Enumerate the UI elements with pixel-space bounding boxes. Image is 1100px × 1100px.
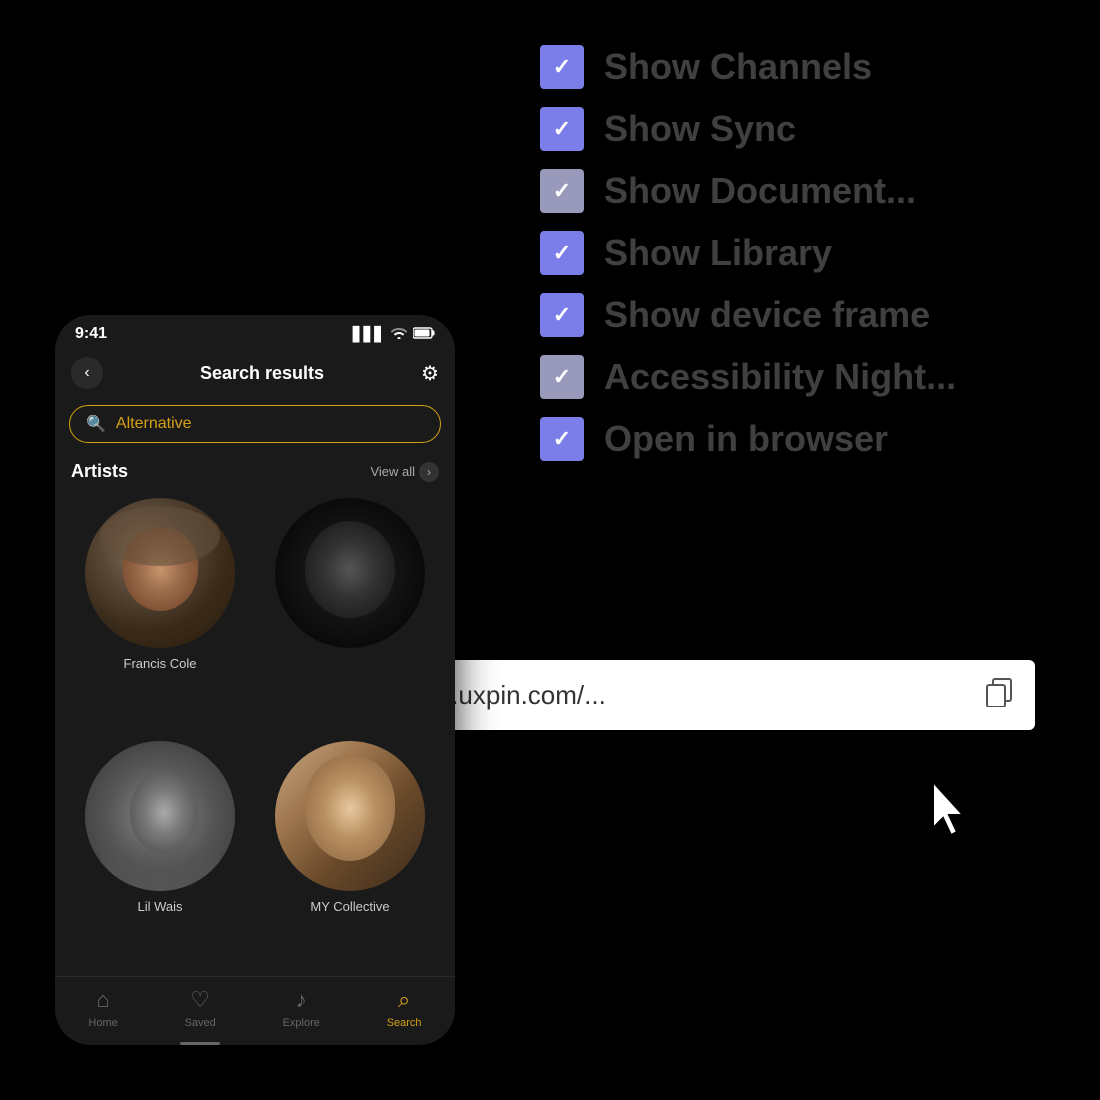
artist-avatar-3	[275, 741, 425, 891]
cursor-pointer	[925, 780, 975, 840]
nav-item-saved[interactable]: ♡ Saved	[185, 987, 216, 1029]
search-value: Alternative	[116, 415, 192, 433]
bottom-nav: ⌂ Home ♡ Saved ♪ Explore ⌕ Search	[55, 976, 455, 1045]
phone-frame: 9:41 ▋▋▋ ‹ Search result	[55, 315, 455, 1045]
artist-card-0[interactable]: Francis Cole	[65, 490, 255, 733]
page-title: Search results	[200, 363, 324, 384]
heart-icon: ♡	[190, 987, 210, 1013]
artist-name-2: Lil Wais	[137, 899, 182, 914]
artist-name-3: MY Collective	[310, 899, 389, 914]
checkbox-label-4: Show Library	[604, 232, 832, 274]
nav-item-search[interactable]: ⌕ Search	[387, 987, 422, 1029]
checkbox-item-1[interactable]: ✓ Show Channels	[540, 45, 956, 89]
artist-name-0: Francis Cole	[124, 656, 197, 671]
wifi-icon	[391, 326, 407, 342]
checkbox-item-3[interactable]: ✓ Show Document...	[540, 169, 956, 213]
checkbox-label-1: Show Channels	[604, 46, 872, 88]
nav-item-explore[interactable]: ♪ Explore	[283, 987, 320, 1029]
status-time: 9:41	[75, 325, 107, 343]
checkbox-item-7[interactable]: ✓ Open in browser	[540, 417, 956, 461]
back-icon: ‹	[84, 364, 89, 382]
checkbox-item-5[interactable]: ✓ Show device frame	[540, 293, 956, 337]
checkbox-item-4[interactable]: ✓ Show Library	[540, 231, 956, 275]
artists-section-header: Artists View all ›	[55, 451, 455, 490]
checkbox-item-6[interactable]: ✓ Accessibility Night...	[540, 355, 956, 399]
settings-icon[interactable]: ⚙	[421, 361, 439, 386]
view-all-button[interactable]: View all ›	[370, 462, 439, 482]
battery-icon	[413, 326, 435, 342]
signal-icon: ▋▋▋	[353, 326, 385, 343]
view-all-label: View all	[370, 464, 415, 479]
checkbox-3[interactable]: ✓	[540, 169, 584, 213]
search-nav-icon: ⌕	[398, 987, 410, 1013]
artist-card-1[interactable]	[255, 490, 445, 733]
nav-item-home[interactable]: ⌂ Home	[88, 987, 117, 1029]
checkbox-item-2[interactable]: ✓ Show Sync	[540, 107, 956, 151]
search-icon: 🔍	[86, 414, 106, 434]
status-icons: ▋▋▋	[353, 326, 435, 343]
artist-card-3[interactable]: MY Collective	[255, 733, 445, 976]
view-all-arrow: ›	[419, 462, 439, 482]
nav-label-search: Search	[387, 1017, 422, 1029]
nav-label-explore: Explore	[283, 1017, 320, 1029]
checkbox-label-6: Accessibility Night...	[604, 356, 956, 398]
back-button[interactable]: ‹	[71, 357, 103, 389]
checkbox-label-3: Show Document...	[604, 170, 916, 212]
checkbox-4[interactable]: ✓	[540, 231, 584, 275]
checkbox-label-5: Show device frame	[604, 294, 930, 336]
checkbox-6[interactable]: ✓	[540, 355, 584, 399]
nav-header: ‹ Search results ⚙	[55, 349, 455, 397]
checkbox-list: ✓ Show Channels ✓ Show Sync ✓ Show Docum…	[540, 45, 956, 461]
checkbox-label-7: Open in browser	[604, 418, 888, 460]
checkbox-1[interactable]: ✓	[540, 45, 584, 89]
artists-section-title: Artists	[71, 461, 128, 482]
artist-avatar-2	[85, 741, 235, 891]
nav-indicator	[180, 1042, 220, 1045]
nav-label-home: Home	[88, 1017, 117, 1029]
status-bar: 9:41 ▋▋▋	[55, 315, 455, 349]
checkbox-5[interactable]: ✓	[540, 293, 584, 337]
checkbox-7[interactable]: ✓	[540, 417, 584, 461]
copy-icon[interactable]	[985, 677, 1015, 714]
checkbox-label-2: Show Sync	[604, 108, 796, 150]
artist-card-2[interactable]: Lil Wais	[65, 733, 255, 976]
checkbox-2[interactable]: ✓	[540, 107, 584, 151]
artist-avatar-1	[275, 498, 425, 648]
artist-avatar-0	[85, 498, 235, 648]
home-icon: ⌂	[96, 987, 109, 1013]
artists-grid: Francis Cole Lil Wais MY Collective	[55, 490, 455, 976]
nav-label-saved: Saved	[185, 1017, 216, 1029]
music-icon: ♪	[296, 987, 307, 1013]
search-bar[interactable]: 🔍 Alternative	[69, 405, 441, 443]
